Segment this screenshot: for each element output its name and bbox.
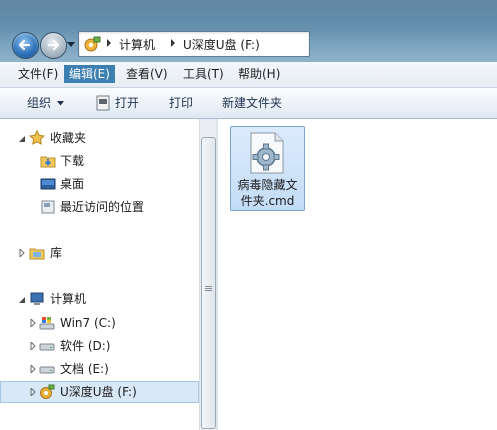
expanded-arrow-icon[interactable]: [19, 135, 25, 143]
tree-item-label: Win7 (C:): [60, 316, 116, 330]
tree-drive-d[interactable]: 软件 (D:): [0, 336, 199, 356]
tree-item-recent-places[interactable]: 最近访问的位置: [0, 197, 199, 217]
new-folder-button[interactable]: 新建文件夹: [222, 94, 282, 112]
tree-item-label: 最近访问的位置: [60, 200, 145, 214]
tree-computer-label: 计算机: [50, 292, 87, 306]
hard-drive-icon: [39, 343, 55, 351]
tree-drive-e[interactable]: 文档 (E:): [0, 359, 199, 379]
breadcrumb-computer[interactable]: 计算机: [119, 36, 155, 53]
scroll-thumb[interactable]: [201, 137, 216, 429]
star-icon: [29, 130, 45, 145]
menu-file[interactable]: 文件(F): [13, 65, 63, 83]
arrow-left-icon: [18, 39, 31, 51]
collapsed-arrow-icon[interactable]: [30, 388, 36, 396]
chevron-down-icon: [57, 101, 64, 106]
collapsed-arrow-icon[interactable]: [30, 319, 36, 327]
tree-libraries-label: 库: [50, 246, 63, 260]
computer-icon: [30, 292, 44, 305]
tree-drive-c[interactable]: Win7 (C:): [0, 313, 199, 333]
organize-label: 组织: [27, 96, 52, 110]
tree-drive-f[interactable]: U深度U盘 (F:): [0, 381, 199, 403]
menu-tools[interactable]: 工具(T): [178, 65, 229, 83]
breadcrumb-drive[interactable]: U深度U盘 (F:): [183, 36, 260, 53]
tree-item-label: 桌面: [60, 177, 85, 191]
back-button[interactable]: [12, 32, 39, 59]
tree-item-label: U深度U盘 (F:): [60, 385, 137, 399]
tree-libraries[interactable]: 库: [0, 243, 199, 263]
menu-bar: 文件(F) 编辑(E) 查看(V) 工具(T) 帮助(H): [0, 62, 497, 88]
tree-favorites-label: 收藏夹: [50, 131, 87, 145]
forward-button[interactable]: [40, 32, 67, 59]
cmd-gear-icon: [250, 132, 284, 174]
navigation-scrollbar[interactable]: [199, 119, 217, 430]
expanded-arrow-icon[interactable]: [19, 296, 25, 304]
library-icon: [29, 248, 45, 260]
navigation-pane: 收藏夹 下载 桌面 最近访问的位置 库 计算机 Win7 (C:) 软件 (D:…: [0, 119, 199, 430]
tree-item-label: 软件 (D:): [60, 339, 111, 353]
open-label: 打开: [115, 96, 140, 110]
system-drive-icon: [39, 317, 55, 330]
usb-drive-icon: [84, 36, 101, 52]
collapsed-arrow-icon[interactable]: [19, 249, 25, 257]
window-titlebar: 计算机 U深度U盘 (F:): [0, 0, 497, 62]
tree-item-desktop[interactable]: 桌面: [0, 174, 199, 194]
file-list: 病毒隐藏文件夹.cmd: [218, 119, 497, 430]
tree-item-label: 文档 (E:): [60, 362, 109, 376]
tree-item-downloads[interactable]: 下载: [0, 151, 199, 171]
tree-item-label: 下载: [60, 154, 85, 168]
print-button[interactable]: 打印: [169, 94, 193, 112]
menu-view[interactable]: 查看(V): [121, 65, 173, 83]
file-name: 病毒隐藏文件夹.cmd: [237, 178, 298, 208]
organize-button[interactable]: 组织: [27, 94, 67, 112]
breadcrumb-arrow-icon[interactable]: [105, 38, 113, 48]
command-bar: 组织 打开 打印 新建文件夹: [0, 88, 497, 119]
tree-computer[interactable]: 计算机: [0, 289, 199, 309]
desktop-icon: [40, 178, 56, 190]
arrow-right-icon: [47, 39, 60, 51]
tree-favorites[interactable]: 收藏夹: [0, 128, 199, 148]
breadcrumb-arrow-icon[interactable]: [169, 38, 177, 48]
recent-pages-dropdown-icon[interactable]: [67, 40, 75, 48]
cmd-file-icon: [96, 95, 110, 111]
menu-help[interactable]: 帮助(H): [233, 65, 285, 83]
grip-icon: [205, 286, 212, 287]
downloads-folder-icon: [40, 156, 56, 168]
hard-drive-icon: [39, 366, 55, 374]
menu-edit[interactable]: 编辑(E): [64, 65, 115, 83]
open-button[interactable]: 打开: [96, 94, 142, 112]
file-item[interactable]: 病毒隐藏文件夹.cmd: [230, 126, 305, 211]
collapsed-arrow-icon[interactable]: [30, 342, 36, 350]
collapsed-arrow-icon[interactable]: [30, 365, 36, 373]
address-bar[interactable]: 计算机 U深度U盘 (F:): [78, 31, 310, 57]
recent-places-icon: [41, 200, 55, 214]
usb-drive-icon: [40, 384, 55, 399]
